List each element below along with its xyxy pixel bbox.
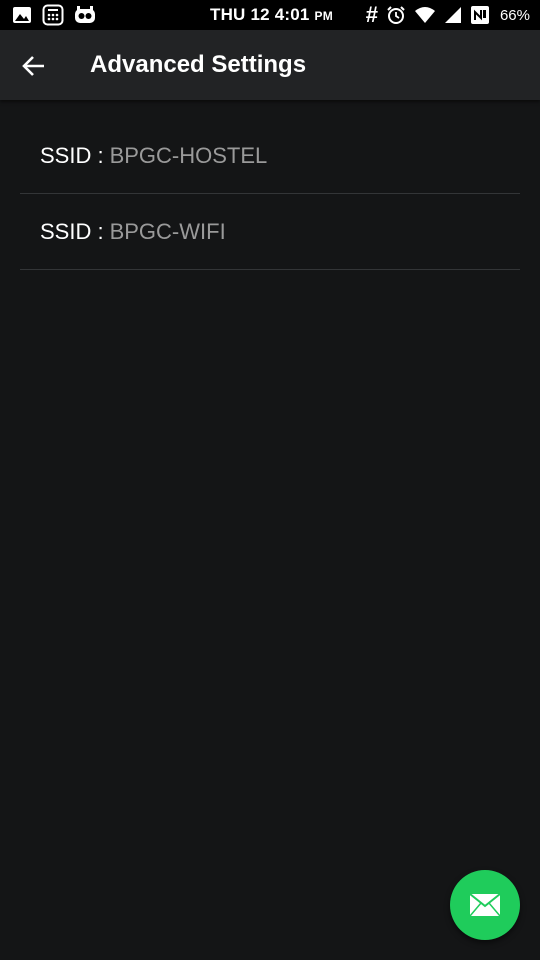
- status-bar-right: # 66%: [366, 4, 530, 26]
- list-item[interactable]: SSID : BPGC-WIFI: [20, 194, 520, 270]
- cyanogen-mascot-icon: [75, 6, 95, 23]
- arrow-left-icon: [22, 56, 44, 76]
- ssid-label: SSID :: [40, 218, 104, 244]
- alarm-icon: [387, 6, 405, 24]
- screen: THU 12 4:01 PM # 66% Advanced Settings S…: [0, 0, 540, 960]
- ssid-value: BPGC-WIFI: [109, 218, 226, 244]
- ssid-label: SSID :: [40, 142, 104, 168]
- page-title: Advanced Settings: [90, 51, 307, 78]
- list-item[interactable]: SSID : BPGC-HOSTEL: [20, 118, 520, 194]
- status-bar-left: [12, 4, 96, 26]
- back-button[interactable]: [18, 50, 50, 82]
- calculator-icon: [42, 4, 64, 26]
- wifi-icon: [414, 7, 435, 23]
- status-time: 4:01: [274, 5, 310, 24]
- status-day: THU 12: [210, 5, 270, 24]
- ssid-value: BPGC-HOSTEL: [109, 142, 268, 168]
- signal-icon: [444, 7, 461, 23]
- image-icon: [13, 7, 31, 23]
- compose-mail-button[interactable]: [450, 870, 520, 940]
- nfc-icon: [470, 6, 489, 24]
- app-bar: Advanced Settings: [0, 30, 540, 100]
- battery-percent: 66%: [499, 6, 530, 24]
- ssid-list: SSID : BPGC-HOSTEL SSID : BPGC-WIFI: [20, 118, 520, 270]
- status-clock: THU 12 4:01 PM: [210, 5, 333, 25]
- status-bar: THU 12 4:01 PM # 66%: [0, 0, 540, 30]
- status-ampm: PM: [314, 9, 333, 23]
- hash-icon: #: [365, 2, 378, 27]
- mail-icon: [469, 893, 501, 917]
